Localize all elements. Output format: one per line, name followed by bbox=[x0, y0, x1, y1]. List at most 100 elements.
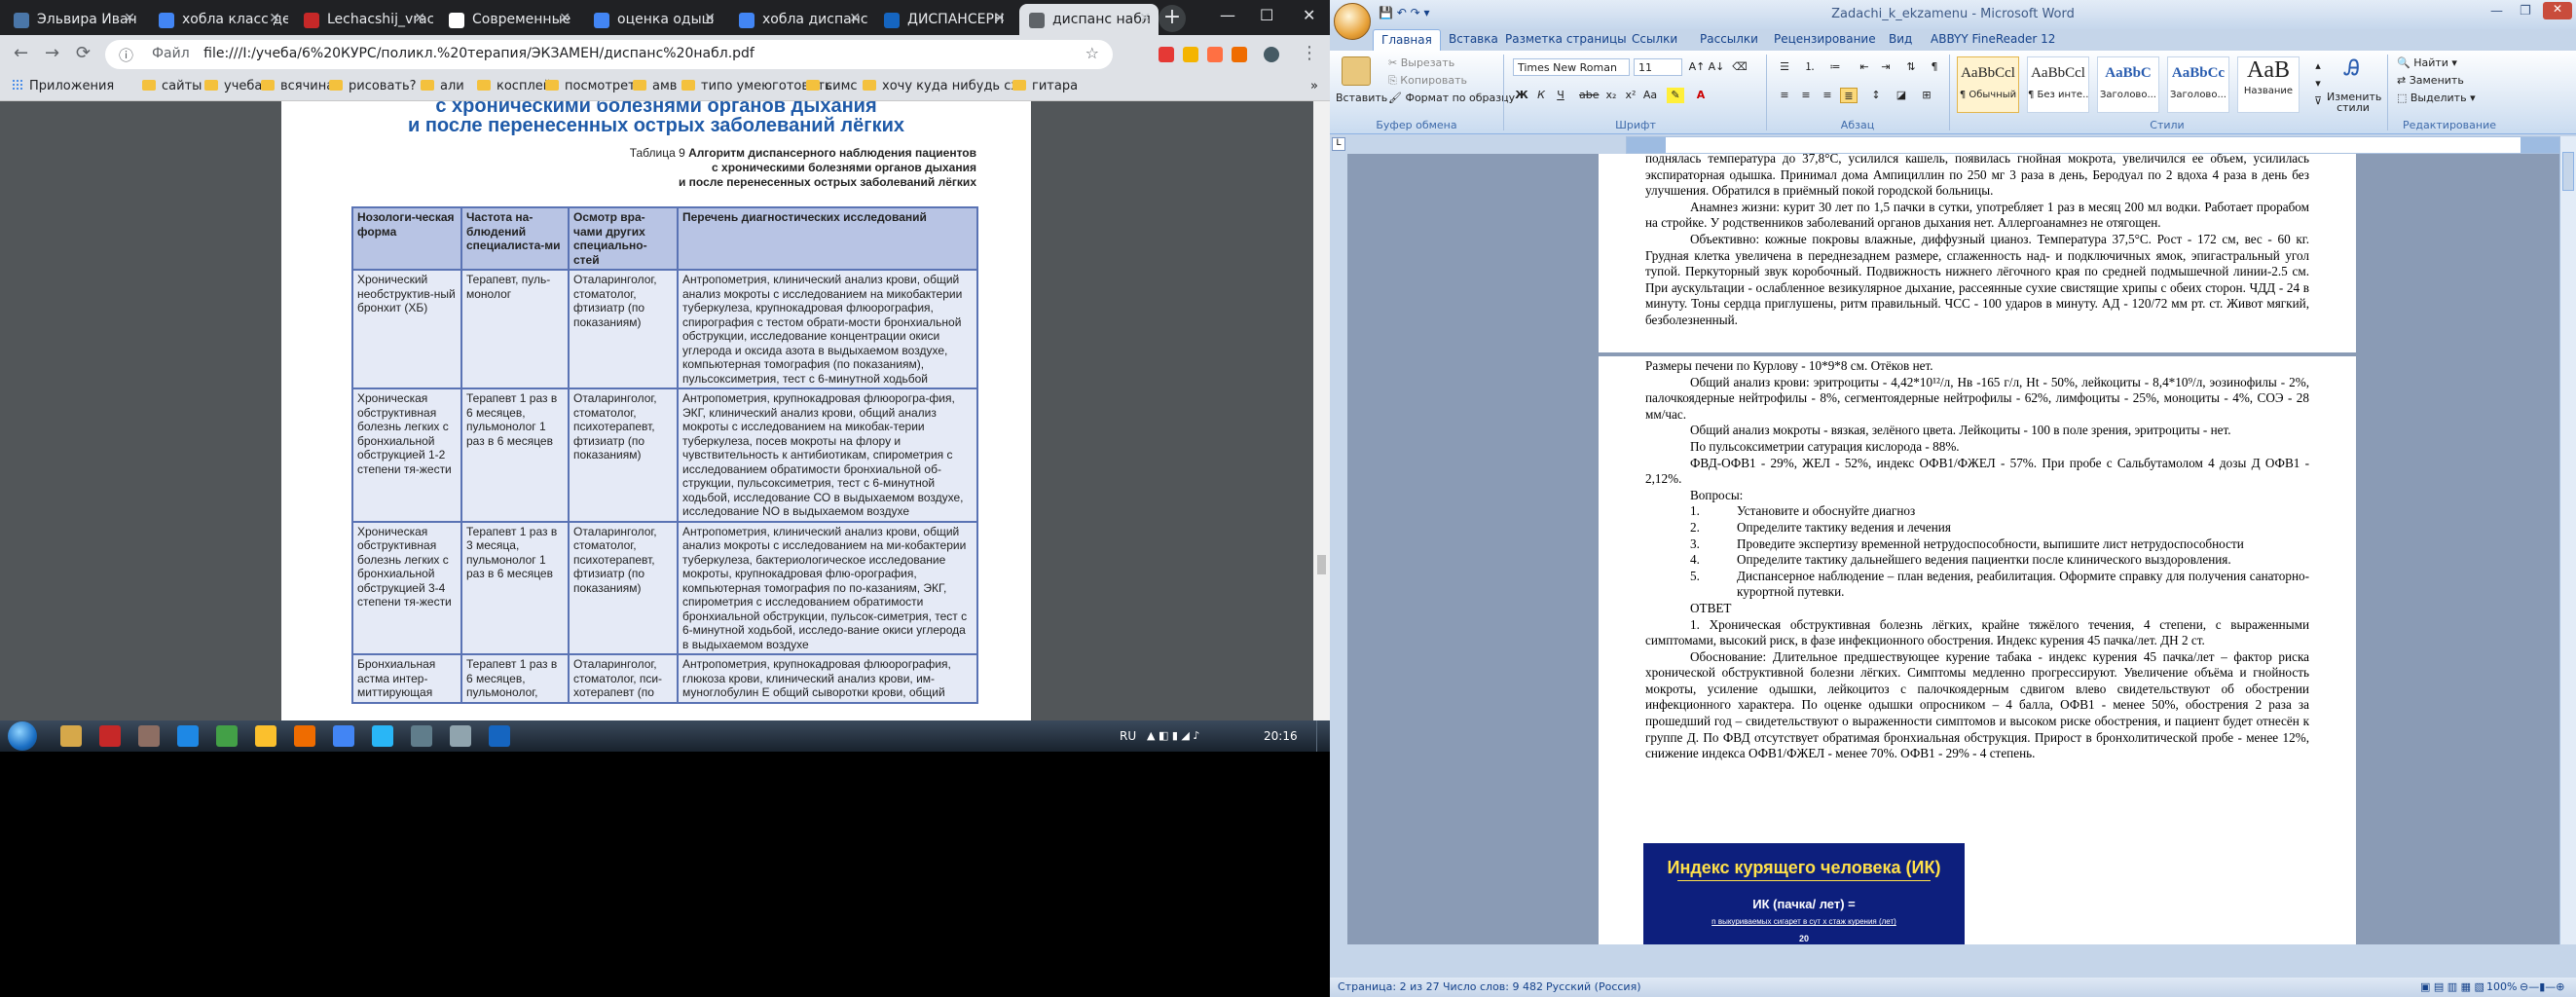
styles-scroll-up-icon[interactable]: ▴ bbox=[2309, 58, 2327, 74]
address-bar[interactable]: ⓘ Файл file:///I:/учеба/6%20КУРС/поликл.… bbox=[105, 40, 1113, 69]
tab-mailings[interactable]: Рассылки bbox=[1700, 32, 1758, 46]
bookmark-folder[interactable]: рисовать? bbox=[329, 79, 417, 93]
taskbar-app-icon[interactable] bbox=[489, 725, 510, 747]
font-color-icon[interactable]: A bbox=[1692, 88, 1710, 103]
reload-icon[interactable]: ⟳ bbox=[76, 43, 91, 63]
bookmark-star-icon[interactable]: ☆ bbox=[1086, 44, 1099, 62]
close-tab-icon[interactable]: ✕ bbox=[1139, 11, 1151, 26]
tab-selector-icon[interactable]: L bbox=[1332, 137, 1345, 151]
grow-font-icon[interactable]: A↑ bbox=[1688, 59, 1706, 75]
strike-icon[interactable]: abe bbox=[1579, 88, 1600, 103]
align-right-icon[interactable]: ≡ bbox=[1819, 88, 1836, 103]
answer-paragraph[interactable]: Обоснование: Длительное предшествующее к… bbox=[1645, 649, 2309, 762]
extension-1-icon[interactable] bbox=[1159, 47, 1174, 62]
line-spacing-icon[interactable]: ↕ bbox=[1867, 88, 1885, 103]
close-window-icon[interactable]: ✕ bbox=[1303, 6, 1315, 24]
vertical-ruler[interactable] bbox=[1330, 154, 1347, 944]
question-item[interactable]: 4. Определите тактику дальнейшего ведения… bbox=[1645, 552, 2309, 569]
style-option[interactable]: AaBbCc Заголово... bbox=[2167, 56, 2229, 113]
replace-button[interactable]: ⇄ Заменить bbox=[2397, 74, 2464, 87]
document-paragraph[interactable]: Размеры печени по Курлову - 10*9*8 см. О… bbox=[1645, 358, 2309, 375]
highlight-icon[interactable]: ✎ bbox=[1667, 88, 1684, 103]
menu-icon[interactable]: ⋮ bbox=[1301, 43, 1318, 63]
document-paragraph[interactable]: Анамнез жизни: курит 30 лет по 1,5 пачки… bbox=[1645, 200, 2309, 232]
clear-format-icon[interactable]: ⌫ bbox=[1731, 59, 1748, 75]
answer-paragraph[interactable]: 1. Хроническая обструктивная болезнь лёг… bbox=[1645, 617, 2309, 649]
change-styles-icon[interactable]: Ꭿ bbox=[2333, 56, 2372, 90]
browser-tab[interactable]: оценка одыш ✕ bbox=[584, 4, 723, 35]
numbering-icon[interactable]: ⒈ bbox=[1801, 59, 1819, 75]
bookmark-folder[interactable]: косплей bbox=[477, 79, 551, 93]
document-paragraph[interactable]: Объективно: кожные покровы влажные, дифф… bbox=[1645, 232, 2309, 329]
show-desktop-button[interactable] bbox=[1316, 720, 1330, 752]
find-button[interactable]: 🔍 Найти ▾ bbox=[2397, 56, 2457, 69]
document-paragraph[interactable]: Вопросы: bbox=[1645, 488, 2309, 504]
browser-tab[interactable]: ДИСПАНСЕРН ✕ bbox=[874, 4, 1013, 35]
maximize-icon[interactable]: ☐ bbox=[1260, 6, 1273, 24]
back-icon[interactable]: ← bbox=[14, 43, 28, 63]
bold-icon[interactable]: Ж bbox=[1513, 88, 1530, 103]
select-button[interactable]: ⬚ Выделить ▾ bbox=[2397, 92, 2476, 104]
align-left-icon[interactable]: ≡ bbox=[1776, 88, 1793, 103]
styles-more-icon[interactable]: ⊽ bbox=[2309, 93, 2327, 109]
underline-icon[interactable]: Ч bbox=[1552, 88, 1569, 103]
browser-tab[interactable]: Современные ✕ bbox=[439, 4, 578, 35]
word-maximize-icon[interactable]: ❐ bbox=[2520, 4, 2531, 18]
start-button[interactable] bbox=[8, 721, 37, 751]
taskbar-app-icon[interactable] bbox=[60, 725, 82, 747]
word-scroll-thumb[interactable] bbox=[2562, 152, 2574, 191]
word-minimize-icon[interactable]: — bbox=[2490, 4, 2503, 18]
word-counter[interactable]: Число слов: 9 482 bbox=[1443, 980, 1543, 993]
tab-page-layout[interactable]: Разметка страницы bbox=[1505, 32, 1627, 46]
close-tab-icon[interactable]: ✕ bbox=[414, 11, 425, 26]
browser-tab[interactable]: хобла диспанс ✕ bbox=[729, 4, 868, 35]
bookmark-folder[interactable]: хочу куда нибудь сх bbox=[863, 79, 1018, 93]
borders-icon[interactable]: ⊞ bbox=[1918, 88, 1935, 103]
taskbar-app-icon[interactable] bbox=[372, 725, 393, 747]
answer-heading[interactable]: ОТВЕТ bbox=[1645, 601, 2309, 617]
shading-icon[interactable]: ◪ bbox=[1893, 88, 1910, 103]
bookmark-folder[interactable]: али bbox=[421, 79, 464, 93]
format-painter-button[interactable]: 🖌 Формат по образцу bbox=[1388, 92, 1515, 104]
taskbar-app-icon[interactable] bbox=[99, 725, 121, 747]
close-tab-icon[interactable]: ✕ bbox=[849, 11, 861, 26]
bookmark-folder[interactable]: гитара bbox=[1012, 79, 1078, 93]
style-option[interactable]: AaB Название bbox=[2237, 56, 2300, 113]
bookmark-folder[interactable]: сайты bbox=[142, 79, 202, 93]
paste-button[interactable]: Вставить bbox=[1336, 92, 1387, 104]
zoom-level[interactable]: 100% bbox=[2486, 980, 2517, 993]
pdf-scrollbar[interactable] bbox=[1313, 101, 1330, 720]
copy-button[interactable]: ⎘ Копировать bbox=[1388, 74, 1467, 88]
browser-tab[interactable]: Эльвира Иван ✕ bbox=[4, 4, 143, 35]
question-item[interactable]: 1. Установите и обоснуйте диагноз bbox=[1645, 503, 2309, 520]
shrink-font-icon[interactable]: A↓ bbox=[1708, 59, 1725, 75]
multilevel-list-icon[interactable]: ≔ bbox=[1826, 59, 1844, 75]
subscript-icon[interactable]: x₂ bbox=[1602, 88, 1620, 103]
taskbar-app-icon[interactable] bbox=[294, 725, 315, 747]
tab-abbyy[interactable]: ABBYY FineReader 12 bbox=[1931, 32, 2055, 46]
document-paragraph[interactable]: ФВД-ОФВ1 - 29%, ЖЕЛ - 52%, индекс ОФВ1/Ф… bbox=[1645, 456, 2309, 488]
clock[interactable]: 20:16 bbox=[1264, 729, 1298, 743]
extension-2-icon[interactable] bbox=[1183, 47, 1198, 62]
document-paragraph[interactable]: поднялась температура до 37,8°С, усилилс… bbox=[1645, 154, 2309, 200]
align-center-icon[interactable]: ≡ bbox=[1797, 88, 1815, 103]
decrease-indent-icon[interactable]: ⇤ bbox=[1856, 59, 1873, 75]
word-scrollbar[interactable] bbox=[2559, 136, 2576, 944]
profile-avatar[interactable] bbox=[1264, 47, 1279, 62]
taskbar-app-icon[interactable] bbox=[450, 725, 471, 747]
quick-access-toolbar[interactable]: 💾 ↶ ↷ ▾ bbox=[1379, 6, 1430, 19]
forward-icon[interactable]: → bbox=[45, 43, 59, 63]
taskbar-app-icon[interactable] bbox=[177, 725, 199, 747]
style-option[interactable]: AaBbCcl ¶ Обычный bbox=[1957, 56, 2019, 113]
bookmark-folder[interactable]: амв bbox=[633, 79, 677, 93]
word-close-icon[interactable]: ✕ bbox=[2543, 2, 2572, 19]
site-info-icon[interactable]: ⓘ bbox=[119, 45, 133, 65]
close-tab-icon[interactable]: ✕ bbox=[124, 11, 135, 26]
input-language[interactable]: RU bbox=[1120, 729, 1136, 743]
tab-references[interactable]: Ссылки bbox=[1632, 32, 1677, 46]
bullets-icon[interactable]: ☰ bbox=[1776, 59, 1793, 75]
browser-tab[interactable]: хобла класс ден ✕ bbox=[149, 4, 288, 35]
bookmark-folder[interactable]: всячина bbox=[261, 79, 334, 93]
styles-scroll-down-icon[interactable]: ▾ bbox=[2309, 76, 2327, 92]
horizontal-ruler[interactable] bbox=[1626, 136, 2560, 154]
